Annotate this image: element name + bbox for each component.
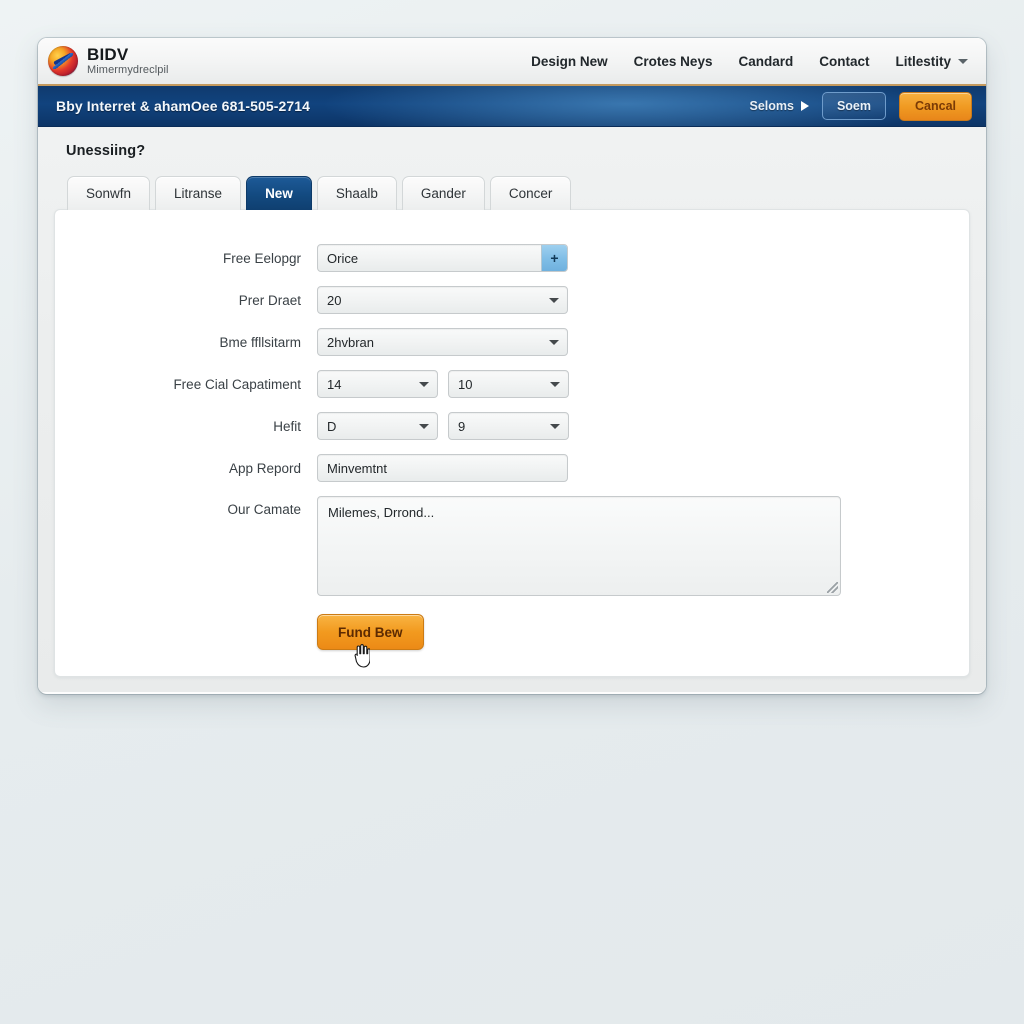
nav-item-crotes-neys[interactable]: Crotes Neys bbox=[634, 54, 713, 69]
chevron-down-icon bbox=[958, 58, 968, 64]
controls-free-cial-capatiment: 14 10 bbox=[317, 370, 569, 398]
content-card: Free Eelopgr Orice + Prer Draet 20 Bme f… bbox=[54, 209, 970, 677]
bidv-circle-logo-icon bbox=[48, 45, 78, 76]
label-free-cial-capatiment: Free Cial Capatiment bbox=[173, 376, 301, 392]
banner-link-label: Seloms bbox=[749, 99, 794, 113]
tab-sonwfn[interactable]: Sonwfn bbox=[67, 176, 151, 210]
page-body: Unessiing? Sonwfn Litranse New Shaalb Ga… bbox=[38, 127, 986, 692]
controls-bme-ffllsitarm: 2hvbran bbox=[317, 328, 568, 356]
hefit-select-2[interactable]: 9 bbox=[448, 412, 569, 440]
hefit-value-1: D bbox=[327, 418, 337, 434]
nav-item-contact[interactable]: Contact bbox=[819, 54, 869, 69]
free-cial-capatiment-select-2[interactable]: 10 bbox=[448, 370, 569, 398]
prer-draet-value: 20 bbox=[327, 292, 342, 308]
soem-button[interactable]: Soem bbox=[821, 92, 886, 120]
prer-draet-select[interactable]: 20 bbox=[317, 286, 568, 314]
plus-icon[interactable]: + bbox=[541, 245, 567, 271]
label-free-eelopgr: Free Eelopgr bbox=[222, 250, 301, 266]
free-eelopgr-value: Orice bbox=[327, 250, 359, 266]
tab-litranse[interactable]: Litranse bbox=[155, 176, 242, 210]
form-row-free-eelopgr: Free Eelopgr Orice + bbox=[55, 244, 969, 272]
free-cial-capatiment-value-2: 10 bbox=[458, 376, 473, 392]
hefit-select-1[interactable]: D bbox=[317, 412, 438, 440]
cancel-button[interactable]: Cancal bbox=[899, 91, 972, 121]
controls-prer-draet: 20 bbox=[317, 286, 568, 314]
controls-app-repord: Minvemtnt bbox=[317, 454, 568, 482]
bme-ffllsitarm-select[interactable]: 2hvbran bbox=[317, 328, 568, 356]
chevron-down-icon bbox=[419, 423, 429, 429]
fund-bew-submit-button[interactable]: Fund Bew bbox=[317, 614, 424, 650]
chevron-down-icon bbox=[550, 381, 560, 387]
bme-ffllsitarm-value: 2hvbran bbox=[327, 334, 374, 350]
site-header: BIDV Mimermydreclpil Design New Crotes N… bbox=[38, 38, 986, 86]
form-row-hefit: Hefit D 9 bbox=[55, 412, 969, 440]
app-window: BIDV Mimermydreclpil Design New Crotes N… bbox=[38, 38, 986, 694]
info-banner: Bby Interret & ahamOee 681-505-2714 Selo… bbox=[38, 86, 986, 127]
banner-actions: Seloms Soem Cancal bbox=[749, 91, 972, 121]
label-bme-ffllsitarm: Bme ffllsitarm bbox=[219, 334, 301, 350]
triangle-right-icon bbox=[800, 101, 809, 111]
chevron-down-icon bbox=[549, 339, 559, 345]
label-hefit: Hefit bbox=[273, 418, 301, 434]
resize-grip-icon[interactable] bbox=[827, 582, 838, 593]
hefit-value-2: 9 bbox=[458, 418, 466, 434]
app-repord-value: Minvemtnt bbox=[327, 460, 387, 476]
form-row-our-camate: Our Camate Milemes, Drrond... bbox=[55, 496, 969, 596]
main-navigation: Design New Crotes Neys Candard Contact L… bbox=[531, 54, 972, 69]
our-camate-value: Milemes, Drrond... bbox=[328, 505, 435, 520]
form-row-prer-draet: Prer Draet 20 bbox=[55, 286, 969, 314]
tab-concer[interactable]: Concer bbox=[489, 176, 572, 210]
brand-text: BIDV Mimermydreclpil bbox=[87, 44, 169, 76]
page-title: Unessiing? bbox=[66, 143, 146, 159]
banner-text: Bby Interret & ahamOee 681-505-2714 bbox=[56, 98, 311, 114]
nav-item-design-new[interactable]: Design New bbox=[531, 54, 608, 69]
tab-bar: Sonwfn Litranse New Shaalb Gander Concer bbox=[54, 159, 970, 210]
app-repord-input[interactable]: Minvemtnt bbox=[317, 454, 568, 482]
label-app-repord: App Repord bbox=[228, 460, 301, 476]
brand-tagline: Mimermydreclpil bbox=[87, 63, 169, 76]
form-row-app-repord: App Repord Minvemtnt bbox=[55, 454, 969, 482]
brand-name: BIDV bbox=[87, 44, 129, 64]
banner-link-seloms[interactable]: Seloms bbox=[749, 99, 809, 113]
our-camate-textarea[interactable]: Milemes, Drrond... bbox=[317, 496, 841, 596]
nav-item-litlestity-label: Litlestity bbox=[895, 53, 951, 69]
submit-spacer bbox=[55, 614, 317, 650]
brand[interactable]: BIDV Mimermydreclpil bbox=[48, 44, 169, 76]
tab-shaalb[interactable]: Shaalb bbox=[316, 176, 397, 210]
controls-hefit: D 9 bbox=[317, 412, 569, 440]
controls-free-eelopgr: Orice + bbox=[317, 244, 568, 272]
free-cial-capatiment-select-1[interactable]: 14 bbox=[317, 370, 438, 398]
nav-item-litlestity[interactable]: Litlestity bbox=[895, 54, 968, 69]
nav-item-candard[interactable]: Candard bbox=[738, 54, 793, 69]
controls-our-camate: Milemes, Drrond... bbox=[317, 496, 841, 596]
chevron-down-icon bbox=[549, 297, 559, 303]
form-row-bme-ffllsitarm: Bme ffllsitarm 2hvbran bbox=[55, 328, 969, 356]
label-prer-draet: Prer Draet bbox=[238, 292, 301, 308]
form-row-free-cial-capatiment: Free Cial Capatiment 14 10 bbox=[55, 370, 969, 398]
submit-row: Fund Bew bbox=[55, 614, 969, 650]
label-our-camate: Our Camate bbox=[227, 502, 301, 517]
chevron-down-icon bbox=[550, 423, 560, 429]
free-cial-capatiment-value-1: 14 bbox=[327, 376, 342, 392]
tab-gander[interactable]: Gander bbox=[401, 176, 485, 210]
tab-new[interactable]: New bbox=[246, 176, 312, 210]
free-eelopgr-input[interactable]: Orice + bbox=[317, 244, 568, 272]
chevron-down-icon bbox=[419, 381, 429, 387]
